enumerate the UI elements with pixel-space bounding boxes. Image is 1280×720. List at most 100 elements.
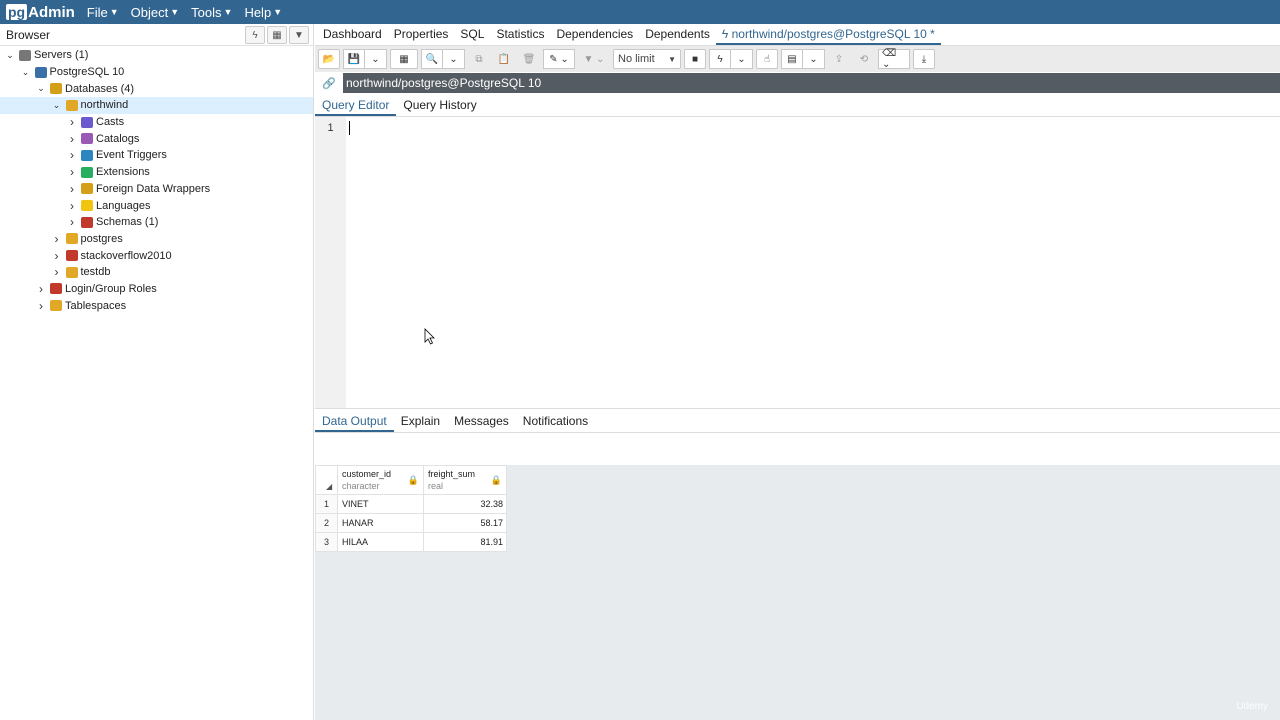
chevron-right-icon[interactable]: › (67, 215, 77, 229)
browser-panel: Browser ϟ ▦ ▼ ⌄ Servers (1) ⌄ PostgreSQL 10… (0, 24, 314, 720)
tree-node[interactable]: › Schemas (1) (0, 214, 313, 231)
edit-button[interactable]: ✎ ⌄ (543, 49, 575, 69)
chevron-right-icon[interactable]: › (52, 265, 62, 279)
row-number[interactable]: 3 (315, 532, 338, 552)
chevron-right-icon[interactable]: › (36, 282, 46, 296)
select-all-corner[interactable]: ◢ (315, 465, 338, 495)
tab-messages[interactable]: Messages (447, 414, 516, 432)
commit-button[interactable]: ⇪ (828, 49, 850, 69)
row-number[interactable]: 2 (315, 513, 338, 533)
tab-properties[interactable]: Properties (388, 27, 455, 45)
chevron-down-icon[interactable]: ⌄ (5, 50, 15, 61)
clear-button[interactable]: ⌫ ⌄ (878, 48, 910, 70)
menu-file[interactable]: File ▼ (87, 5, 119, 20)
tab-notifications[interactable]: Notifications (516, 414, 595, 432)
tree-node[interactable]: ⌄ PostgreSQL 10 (0, 64, 313, 81)
main-tabs: Dashboard Properties SQL Statistics Depe… (315, 24, 1280, 46)
tree-node[interactable]: › postgres (0, 231, 313, 248)
tab-query-editor[interactable]: Query Editor (315, 98, 397, 116)
find-button[interactable]: 🔍 (421, 49, 443, 69)
chevron-right-icon[interactable]: › (67, 148, 77, 162)
chevron-right-icon[interactable]: › (67, 199, 77, 213)
tree-node[interactable]: ⌄ Servers (1) (0, 47, 313, 64)
edit-data-button[interactable]: ▦ (390, 49, 418, 69)
tab-data-output[interactable]: Data Output (315, 414, 394, 432)
tree-node[interactable]: › stackoverflow2010 (0, 247, 313, 264)
filter-icon: ▼ ⌄ (583, 53, 605, 65)
tree-node[interactable]: › Login/Group Roles (0, 281, 313, 298)
execute-button[interactable]: ϟ (709, 49, 731, 69)
explain-analyze-button[interactable]: ▤ (781, 49, 803, 69)
cell-freight-sum[interactable]: 81.91 (423, 532, 507, 552)
chevron-right-icon[interactable]: › (67, 165, 77, 179)
tab-sql[interactable]: SQL (454, 27, 490, 45)
execute-dropdown-button[interactable]: ⌄ (731, 49, 753, 69)
cell-freight-sum[interactable]: 32.38 (423, 494, 507, 514)
column-header-customer-id[interactable]: customer_id character 🔒 (337, 465, 424, 495)
tab-explain[interactable]: Explain (394, 414, 447, 432)
rollback-button[interactable]: ⟲ (853, 49, 875, 69)
chevron-right-icon[interactable]: › (52, 249, 62, 263)
tree-node[interactable]: › Tablespaces (0, 297, 313, 314)
menu-tools[interactable]: Tools ▼ (191, 5, 232, 20)
tree-node[interactable]: › Foreign Data Wrappers (0, 181, 313, 198)
stop-button[interactable]: ■ (684, 49, 706, 69)
menu-help[interactable]: Help ▼ (244, 5, 282, 20)
tree-node-label: Languages (96, 199, 151, 212)
chevron-right-icon[interactable]: › (67, 182, 77, 196)
chevron-right-icon[interactable]: › (52, 232, 62, 246)
link-icon[interactable]: 🔗 (315, 73, 343, 93)
cell-freight-sum[interactable]: 58.17 (423, 513, 507, 533)
view-data-button[interactable]: ▦ (267, 26, 287, 44)
sql-editor[interactable]: 1 (315, 117, 1280, 409)
tree-node[interactable]: › testdb (0, 264, 313, 281)
delete-button[interactable]: 🗑 (518, 49, 540, 69)
limit-select[interactable]: No limit ▼ (613, 49, 681, 69)
tree-node[interactable]: › Extensions (0, 164, 313, 181)
tree-node[interactable]: ⌄ northwind (0, 97, 313, 114)
query-tool-button[interactable]: ϟ (245, 26, 265, 44)
find-dropdown-button[interactable]: ⌄ (443, 49, 465, 69)
table-row[interactable]: 1 VINET 32.38 (315, 494, 507, 514)
table-row[interactable]: 2 HANAR 58.17 (315, 513, 507, 533)
chevron-right-icon[interactable]: › (67, 115, 77, 129)
row-number[interactable]: 1 (315, 494, 338, 514)
download-button[interactable]: ⤓ (913, 49, 935, 69)
tab-dependents[interactable]: Dependents (639, 27, 716, 45)
tree-node[interactable]: › Casts (0, 114, 313, 131)
explain-button[interactable]: ☝ (756, 49, 778, 69)
tree-node[interactable]: › Languages (0, 197, 313, 214)
copy-button[interactable]: ⧉ (468, 49, 490, 69)
tab-dashboard[interactable]: Dashboard (317, 27, 388, 45)
tree-node[interactable]: › Event Triggers (0, 147, 313, 164)
code-area[interactable] (346, 117, 1280, 408)
tree-node[interactable]: › Catalogs (0, 130, 313, 147)
tree-node-label: Schemas (1) (96, 216, 159, 229)
chevron-down-icon[interactable]: ⌄ (21, 67, 31, 78)
paste-button[interactable]: 📋 (493, 49, 515, 69)
menu-object[interactable]: Object ▼ (131, 5, 180, 20)
chevron-right-icon[interactable]: › (36, 299, 46, 313)
save-icon: 💾 (347, 53, 361, 65)
open-file-button[interactable]: 📂 (318, 49, 340, 69)
filter-button[interactable]: ▼ (289, 26, 309, 44)
explain-dropdown-button[interactable]: ⌄ (803, 49, 825, 69)
filter-toolbar-button[interactable]: ▼ ⌄ (578, 49, 610, 69)
save-button[interactable]: 💾 (343, 49, 365, 69)
cell-customer-id[interactable]: HILAA (337, 532, 424, 552)
stop-icon: ■ (691, 53, 699, 65)
tab-dependencies[interactable]: Dependencies (550, 27, 639, 45)
chevron-down-icon[interactable]: ⌄ (52, 100, 62, 111)
tree-node[interactable]: ⌄ Databases (4) (0, 80, 313, 97)
table-row[interactable]: 3 HILAA 81.91 (315, 532, 507, 552)
chevron-down-icon[interactable]: ⌄ (36, 83, 46, 94)
cell-customer-id[interactable]: VINET (337, 494, 424, 514)
connection-label: northwind/postgres@PostgreSQL 10 (343, 73, 1280, 93)
tab-query-tool[interactable]: ϟ northwind/postgres@PostgreSQL 10 * (715, 27, 941, 45)
tab-statistics[interactable]: Statistics (490, 27, 550, 45)
chevron-right-icon[interactable]: › (67, 132, 77, 146)
save-dropdown-button[interactable]: ⌄ (365, 49, 387, 69)
tab-query-history[interactable]: Query History (396, 98, 483, 116)
cell-customer-id[interactable]: HANAR (337, 513, 424, 533)
column-header-freight-sum[interactable]: freight_sum real 🔒 (423, 465, 507, 495)
